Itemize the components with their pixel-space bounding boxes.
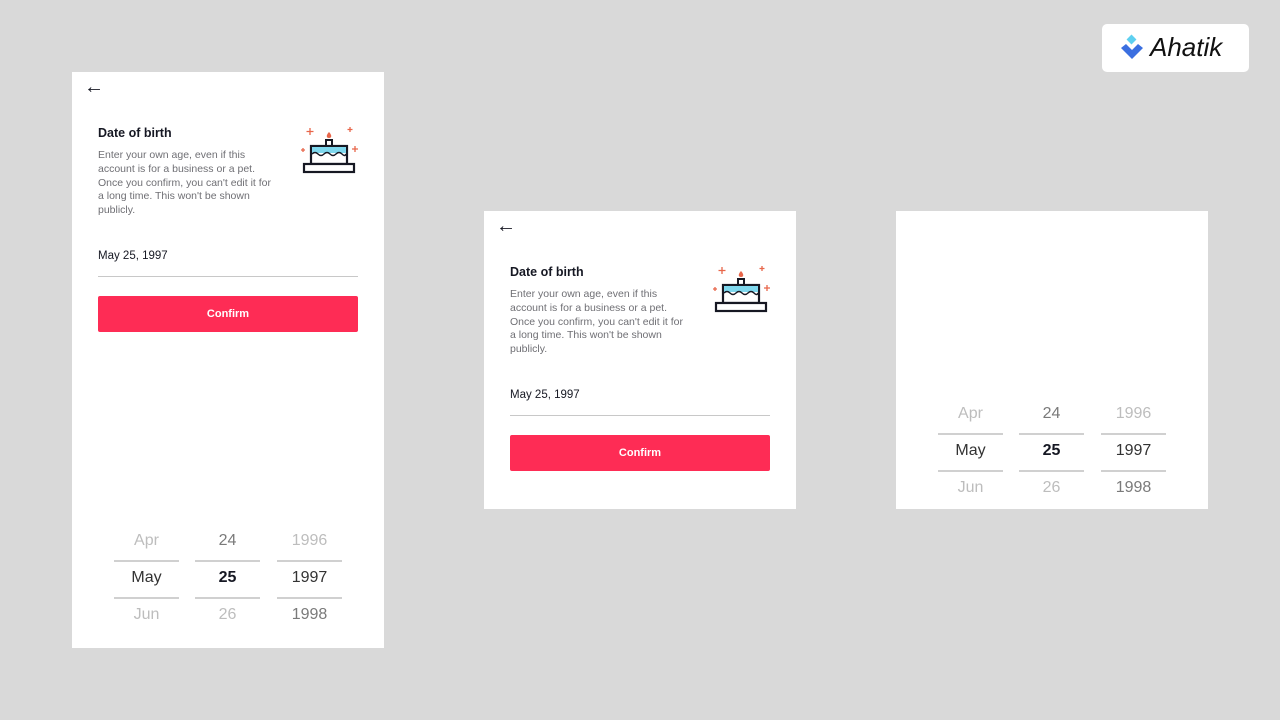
day-option[interactable]: 24 xyxy=(195,532,260,550)
description: Enter your own age, even if this account… xyxy=(98,149,271,217)
date-picker[interactable]: Apr May Jun 24 25 26 1996 1997 1998 xyxy=(896,401,1208,509)
divider xyxy=(1101,433,1166,435)
day-option[interactable]: 26 xyxy=(1019,479,1084,497)
dob-screen-full: ← Date of birth Enter your own age, even… xyxy=(72,72,384,648)
dob-screen-picker: Apr May Jun 24 25 26 1996 1997 1998 xyxy=(896,211,1208,509)
day-wheel[interactable]: 24 25 26 xyxy=(1019,401,1084,509)
date-picker[interactable]: Apr May Jun 24 25 26 1996 1997 1998 xyxy=(72,528,384,648)
ahatik-logo-text: Ahatik xyxy=(1150,32,1223,62)
month-option-selected[interactable]: May xyxy=(114,569,179,587)
year-option[interactable]: 1998 xyxy=(277,606,342,624)
description: Enter your own age, even if this account… xyxy=(510,288,683,356)
arrow-left-icon[interactable]: ← xyxy=(496,215,516,238)
day-wheel[interactable]: 24 25 26 xyxy=(195,528,260,640)
divider xyxy=(938,470,1003,472)
day-option-selected[interactable]: 25 xyxy=(195,569,260,587)
confirm-button[interactable]: Confirm xyxy=(510,435,770,471)
day-option[interactable]: 24 xyxy=(1019,405,1084,423)
year-option[interactable]: 1996 xyxy=(277,532,342,550)
page-title: Date of birth xyxy=(98,126,172,140)
arrow-left-icon[interactable]: ← xyxy=(84,76,104,99)
birthday-cake-icon xyxy=(713,266,770,313)
day-option[interactable]: 26 xyxy=(195,606,260,624)
divider xyxy=(277,597,342,599)
divider xyxy=(195,560,260,562)
month-option[interactable]: Jun xyxy=(114,606,179,624)
year-option-selected[interactable]: 1997 xyxy=(277,569,342,587)
divider xyxy=(114,560,179,562)
month-wheel[interactable]: Apr May Jun xyxy=(938,401,1003,509)
year-wheel[interactable]: 1996 1997 1998 xyxy=(1101,401,1166,509)
year-option[interactable]: 1998 xyxy=(1101,479,1166,497)
year-wheel[interactable]: 1996 1997 1998 xyxy=(277,528,342,640)
divider xyxy=(1019,433,1084,435)
divider xyxy=(277,560,342,562)
divider xyxy=(114,597,179,599)
divider xyxy=(938,433,1003,435)
dob-field-underline xyxy=(510,415,770,416)
year-option[interactable]: 1996 xyxy=(1101,405,1166,423)
ahatik-logo: Ahatik xyxy=(1102,24,1249,72)
divider xyxy=(195,597,260,599)
month-option[interactable]: Jun xyxy=(938,479,1003,497)
month-option-selected[interactable]: May xyxy=(938,442,1003,460)
dob-field[interactable]: May 25, 1997 xyxy=(98,250,168,262)
confirm-button[interactable]: Confirm xyxy=(98,296,358,332)
dob-screen-top: ← Date of birth Enter your own age, even… xyxy=(484,211,796,509)
divider xyxy=(1101,470,1166,472)
divider xyxy=(1019,470,1084,472)
page-title: Date of birth xyxy=(510,265,584,279)
day-option-selected[interactable]: 25 xyxy=(1019,442,1084,460)
month-wheel[interactable]: Apr May Jun xyxy=(114,528,179,640)
birthday-cake-icon xyxy=(301,127,358,174)
month-option[interactable]: Apr xyxy=(938,405,1003,423)
dob-field[interactable]: May 25, 1997 xyxy=(510,389,580,401)
month-option[interactable]: Apr xyxy=(114,532,179,550)
year-option-selected[interactable]: 1997 xyxy=(1101,442,1166,460)
dob-field-underline xyxy=(98,276,358,277)
ahatik-logo-icon xyxy=(1121,34,1143,59)
